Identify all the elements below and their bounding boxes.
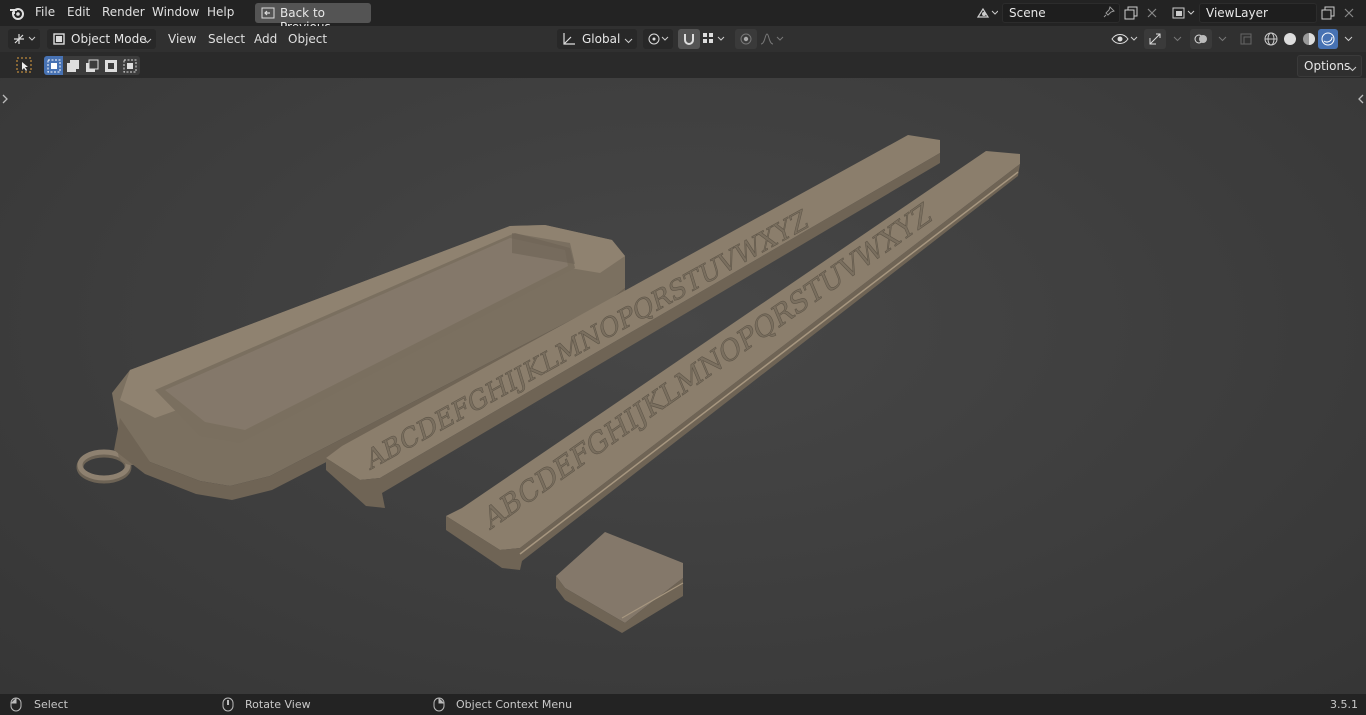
chevron-down-icon	[624, 34, 633, 48]
status-rotate-view: Rotate View	[245, 698, 311, 711]
chevron-down-icon[interactable]	[1212, 29, 1232, 49]
overlays-toggle-button[interactable]	[1190, 29, 1212, 49]
menu-edit[interactable]: Edit	[67, 5, 90, 19]
left-mouse-icon	[10, 697, 22, 715]
select-extend-icon[interactable]	[63, 56, 82, 75]
delete-scene-icon[interactable]	[1142, 3, 1162, 23]
status-context-menu: Object Context Menu	[456, 698, 573, 711]
new-scene-icon[interactable]	[1121, 3, 1141, 23]
scene-browse-icon[interactable]	[974, 3, 1000, 23]
proportional-editing-icon	[739, 32, 753, 49]
menu-object[interactable]: Object	[288, 32, 327, 46]
version-label: 3.5.1	[1330, 698, 1358, 711]
top-menu-bar: File Edit Render Window Help Back to Pre…	[0, 0, 1366, 34]
mode-label: Object Mode	[71, 32, 147, 46]
editor-type-button[interactable]	[8, 29, 40, 49]
select-box-tool-icon[interactable]	[14, 55, 34, 75]
chevron-down-icon	[1348, 62, 1357, 76]
chevron-down-icon[interactable]	[1338, 29, 1358, 49]
pivot-point-dropdown[interactable]	[643, 29, 673, 49]
gizmo-icon	[1148, 32, 1162, 49]
overlays-icon	[1194, 32, 1208, 49]
snap-toggle-button[interactable]	[678, 29, 700, 49]
right-mouse-icon	[433, 697, 445, 715]
new-view-layer-icon[interactable]	[1318, 3, 1338, 23]
mode-dropdown[interactable]: Object Mode	[47, 29, 156, 49]
magnet-icon	[682, 32, 696, 49]
3d-viewport[interactable]: ABCDEFGHIJKLMNOPQRSTUVWXYZ ABCDEFGHIJKLM…	[0, 78, 1366, 694]
menu-view[interactable]: View	[168, 32, 196, 46]
delete-view-layer-icon[interactable]	[1339, 3, 1359, 23]
object-mode-icon	[52, 32, 66, 49]
falloff-icon[interactable]	[759, 29, 787, 49]
status-select: Select	[34, 698, 68, 711]
select-intersect-icon[interactable]	[120, 56, 139, 75]
menu-help[interactable]: Help	[207, 5, 234, 19]
slider-block	[556, 532, 684, 633]
menu-add[interactable]: Add	[254, 32, 277, 46]
tool-settings-bar: Options	[0, 52, 1366, 78]
scene-name: Scene	[1009, 6, 1046, 20]
visibility-eye-icon[interactable]	[1110, 29, 1140, 49]
scene-render: ABCDEFGHIJKLMNOPQRSTUVWXYZ ABCDEFGHIJKLM…	[76, 135, 1020, 633]
select-new-icon[interactable]	[44, 56, 63, 75]
middle-mouse-icon	[222, 697, 234, 715]
scene-name-field[interactable]: Scene	[1002, 3, 1120, 23]
status-bar: Select Rotate View Object Context Menu 3…	[0, 694, 1366, 715]
transform-orientation-label: Global	[582, 32, 621, 46]
solid-shading-icon[interactable]	[1280, 29, 1300, 49]
options-label: Options	[1304, 59, 1351, 73]
back-icon	[261, 6, 275, 23]
transform-orientation-dropdown[interactable]: Global	[557, 29, 637, 49]
pin-icon[interactable]	[1103, 6, 1115, 21]
pivot-icon	[647, 32, 671, 49]
menu-file[interactable]: File	[35, 5, 55, 19]
material-preview-icon[interactable]	[1299, 29, 1319, 49]
blender-logo-icon[interactable]	[7, 3, 27, 23]
wireframe-shading-icon[interactable]	[1261, 29, 1281, 49]
chevron-down-icon	[143, 34, 152, 48]
xray-icon[interactable]	[1236, 29, 1256, 49]
options-dropdown[interactable]: Options	[1297, 55, 1362, 77]
chevron-down-icon[interactable]	[1167, 29, 1187, 49]
proportional-editing-button[interactable]	[735, 29, 757, 49]
select-invert-icon[interactable]	[101, 56, 120, 75]
view-layer-name: ViewLayer	[1206, 6, 1268, 20]
select-subtract-icon[interactable]	[82, 56, 101, 75]
view-layer-browse-icon[interactable]	[1168, 3, 1198, 23]
view-layer-field[interactable]: ViewLayer	[1199, 3, 1317, 23]
snap-target-icon[interactable]	[701, 29, 729, 49]
3d-viewport-icon	[12, 32, 38, 49]
gizmo-toggle-button[interactable]	[1144, 29, 1166, 49]
orientation-icon	[561, 32, 577, 49]
rendered-shading-icon[interactable]	[1318, 29, 1338, 49]
menu-select[interactable]: Select	[208, 32, 245, 46]
menu-render[interactable]: Render	[102, 5, 145, 19]
selection-mode-group	[44, 56, 140, 75]
menu-window[interactable]: Window	[152, 5, 199, 19]
viewport-header: Object Mode View Select Add Object Globa…	[0, 26, 1366, 52]
back-to-previous-button[interactable]: Back to Previous	[255, 3, 371, 34]
